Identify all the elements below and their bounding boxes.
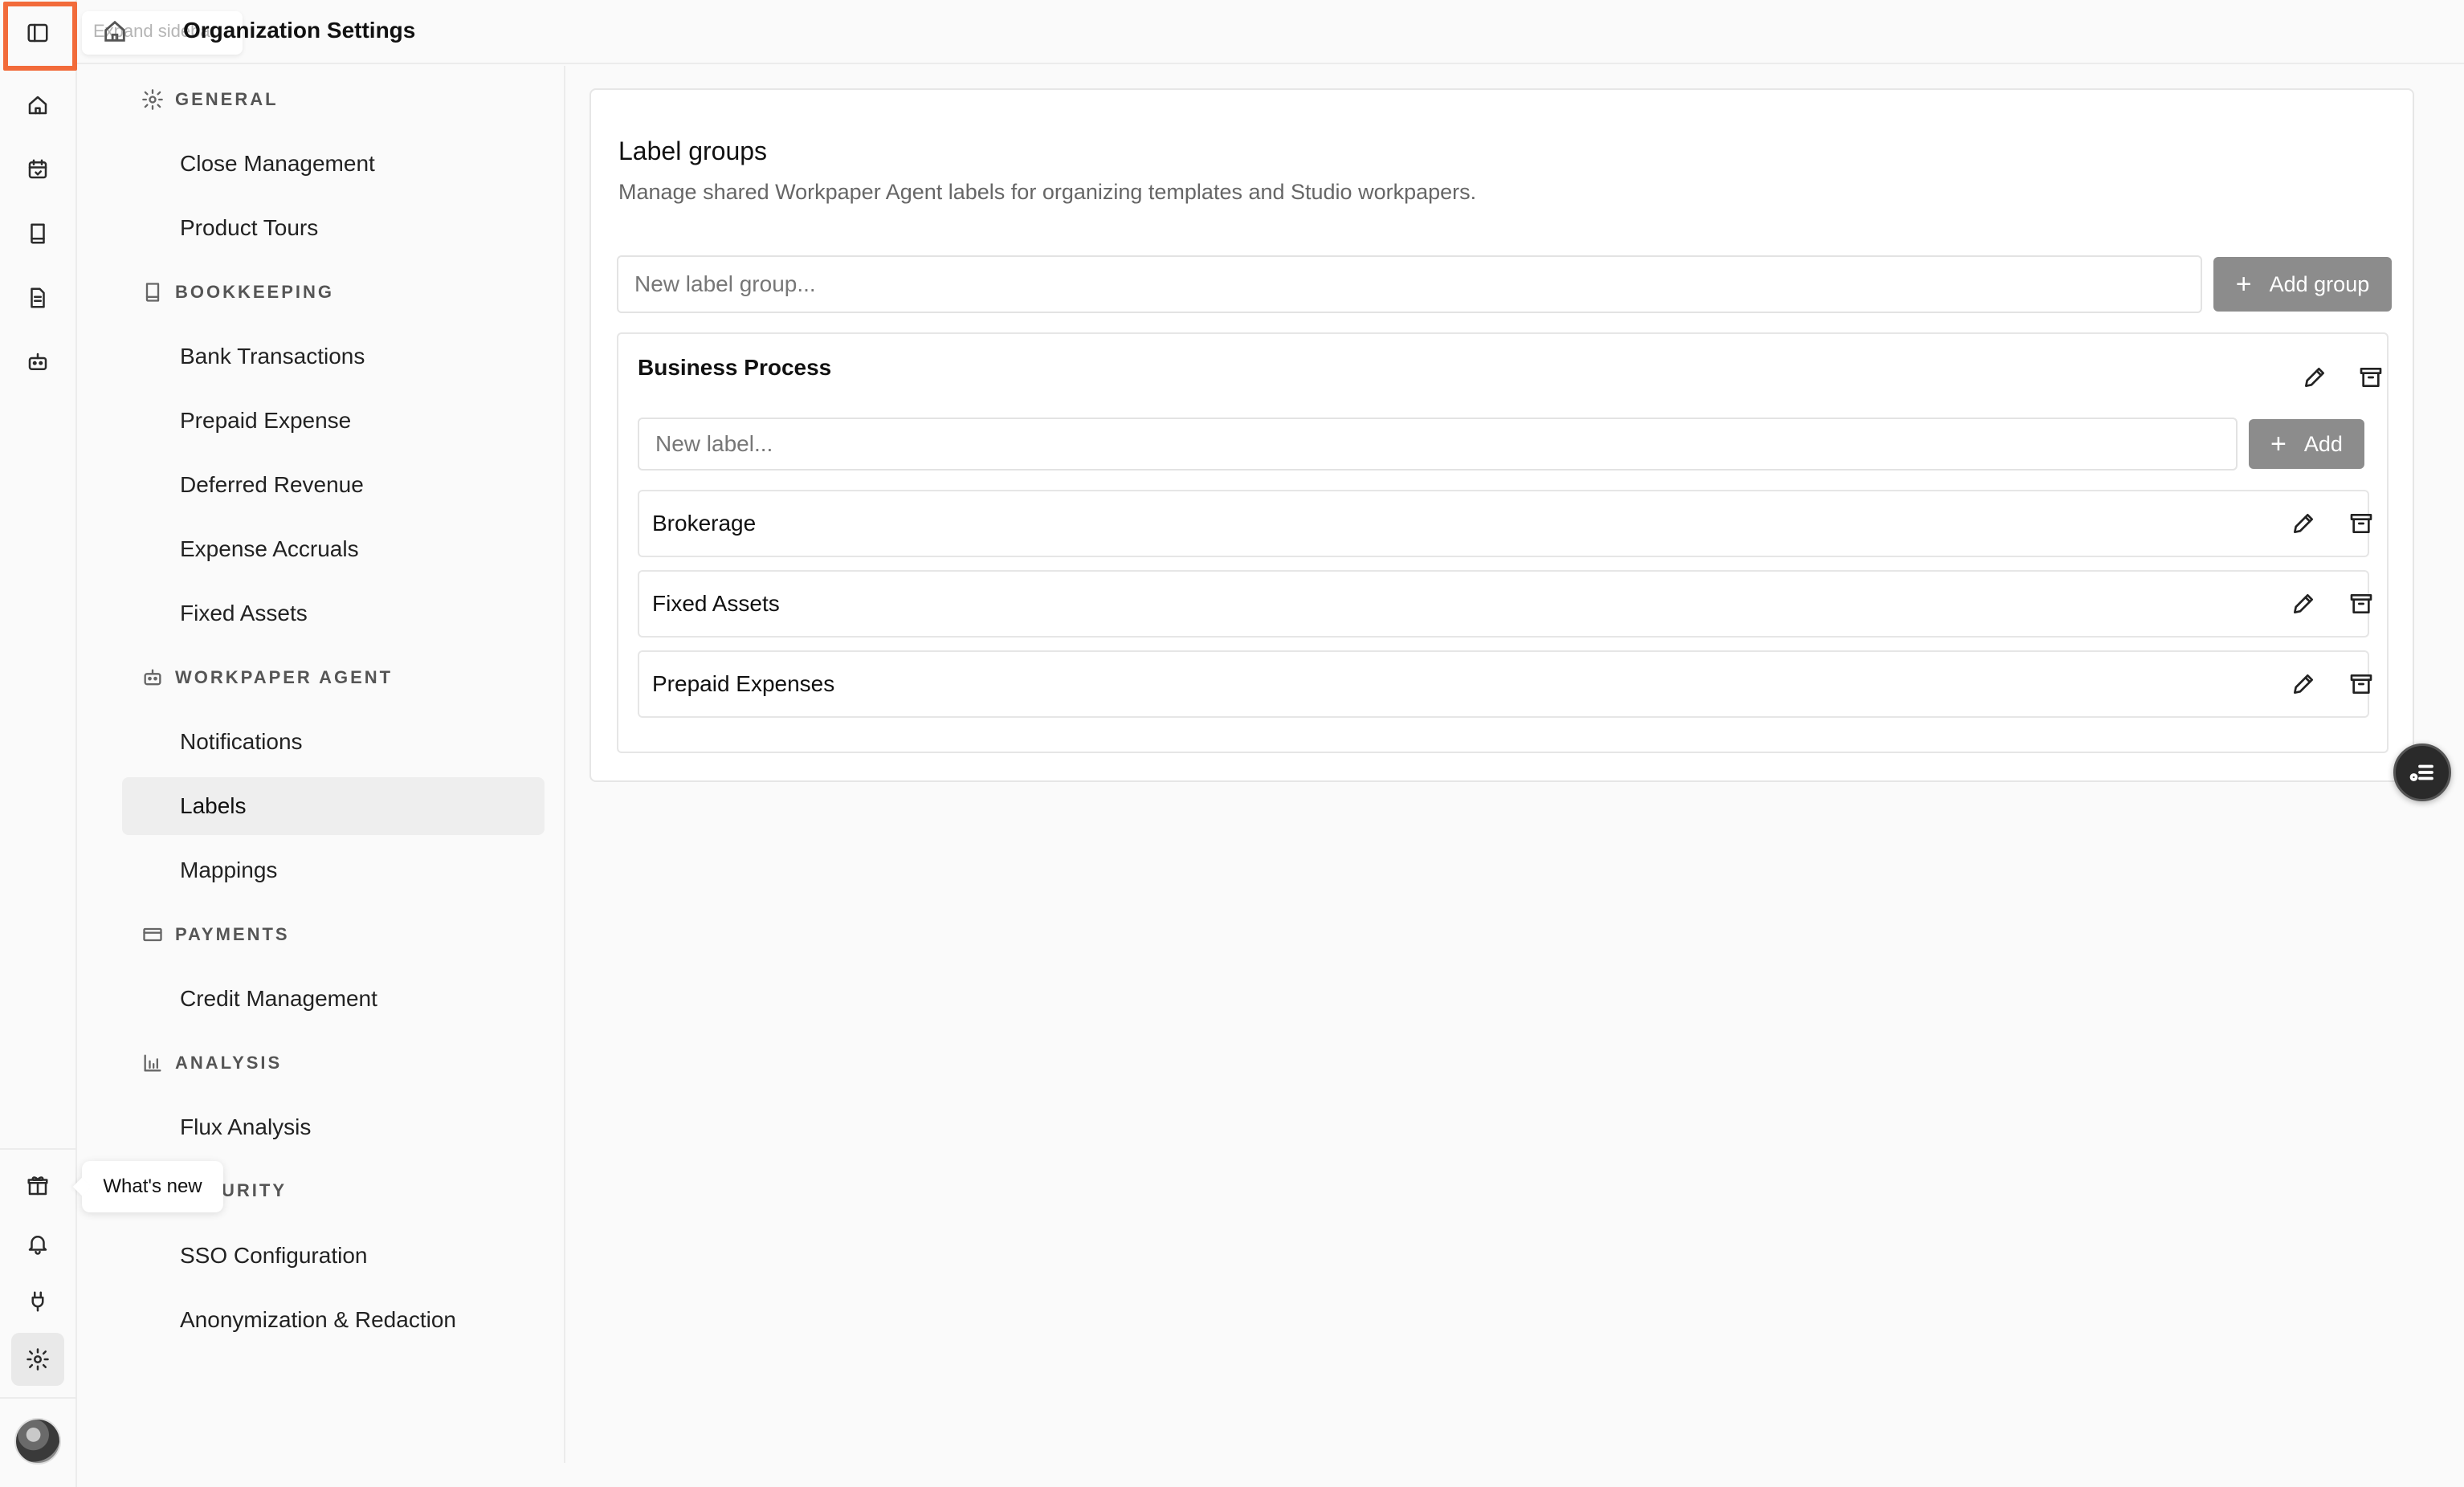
card-subtitle: Manage shared Workpaper Agent labels for… [618,180,1477,204]
bot-icon [144,669,161,686]
gift-icon [27,1176,48,1196]
nav-section-label: URITY [222,1180,287,1200]
bell-icon [28,1236,47,1255]
edit-group-button[interactable] [2297,360,2332,395]
nav-item-fixed-assets[interactable]: Fixed Assets [122,585,545,642]
label-groups-card: Label groups Manage shared Workpaper Age… [589,88,2414,782]
nav-item-prepaid-expense[interactable]: Prepaid Expense [122,392,545,450]
nav-item-expense-accruals[interactable]: Expense Accruals [122,520,545,578]
avatar[interactable] [14,1418,61,1465]
nav-item-flux-analysis[interactable]: Flux Analysis [122,1098,545,1156]
settings-sidebar: GENERAL Close Management Product Tours B… [103,66,565,1463]
nav-section-payments: PAYMENTS [141,923,290,946]
edit-label-button[interactable] [2286,506,2321,541]
book-icon [31,223,45,244]
add-label-button[interactable]: + Add [2249,419,2364,469]
card-icon [143,927,162,942]
plus-icon: + [2235,269,2252,299]
sidebar-toggle-highlight [3,2,77,71]
rail-book-button[interactable] [11,207,64,260]
bot-icon [28,352,47,370]
new-label-group-input[interactable]: New label group... [617,255,2202,313]
archive-icon [2350,674,2372,694]
nav-section-label: BOOKKEEPING [175,282,335,302]
floating-list-button[interactable] [2393,744,2451,801]
nav-item-anonymization-redaction[interactable]: Anonymization & Redaction [122,1291,545,1349]
label-name: Brokerage [652,511,757,536]
archive-label-button[interactable] [2344,666,2379,702]
add-group-button[interactable]: + Add group [2213,257,2392,312]
new-label-input[interactable]: New label... [638,418,2238,471]
nav-item-mappings[interactable]: Mappings [122,841,545,899]
rail-bot-button[interactable] [11,336,64,389]
rail-integrations-button[interactable] [11,1275,64,1328]
page-title: Organization Settings [183,18,416,43]
home-icon [28,96,47,115]
plug-icon [31,1291,44,1312]
book-icon [145,283,160,302]
rail-divider [0,1397,77,1399]
top-header: Expand sidebar Organization Settings [77,0,2464,64]
label-row: Fixed Assets [638,570,2372,638]
archive-icon [2350,594,2372,613]
nav-section-label: GENERAL [175,89,279,109]
list-settings-icon [2409,764,2433,781]
nav-item-sso-configuration[interactable]: SSO Configuration [122,1227,545,1285]
rail-divider [0,1148,77,1150]
bar-chart-icon [144,1054,161,1072]
pencil-icon [2305,368,2324,387]
icon-rail [0,0,77,1487]
archive-group-button[interactable] [2353,360,2389,395]
archive-icon [2360,368,2382,387]
home-icon [104,20,125,42]
nav-item-close-management[interactable]: Close Management [122,135,545,193]
pencil-icon [2294,674,2313,694]
card-title: Label groups [618,136,768,165]
label-row: Brokerage [638,490,2372,557]
nav-section-bookkeeping: BOOKKEEPING [141,281,334,304]
gear-icon [27,1348,49,1371]
archive-label-button[interactable] [2344,506,2379,541]
rail-home-button[interactable] [11,79,64,132]
label-group-business-process: Business Process New label... + Add Brok… [617,332,2389,753]
nav-item-deferred-revenue[interactable]: Deferred Revenue [122,456,545,514]
nav-section-analysis: ANALYSIS [141,1052,282,1074]
nav-item-notifications[interactable]: Notifications [122,713,545,771]
label-name: Prepaid Expenses [652,671,835,696]
breadcrumb-home[interactable] [101,18,129,45]
edit-label-button[interactable] [2286,666,2321,702]
archive-label-button[interactable] [2344,586,2379,621]
rail-calendar-button[interactable] [11,143,64,196]
gear-icon [142,89,163,110]
calendar-check-icon [28,159,47,179]
nav-section-workpaper-agent: WORKPAPER AGENT [141,666,393,689]
add-group-label: Add group [2269,271,2370,296]
document-icon [31,287,45,308]
add-label-text: Add [2303,431,2343,456]
pencil-icon [2294,594,2313,613]
pencil-icon [2294,514,2313,533]
archive-icon [2350,514,2372,533]
nav-item-bank-transactions[interactable]: Bank Transactions [122,328,545,385]
nav-section-label: PAYMENTS [175,924,290,944]
label-name: Fixed Assets [652,591,780,616]
rail-whats-new-button[interactable] [11,1159,64,1212]
rail-notifications-button[interactable] [11,1217,64,1270]
label-group-name: Business Process [638,355,832,380]
rail-document-button[interactable] [11,271,64,324]
edit-label-button[interactable] [2286,586,2321,621]
plus-icon: + [2270,429,2287,459]
nav-section-general: GENERAL [141,88,279,111]
nav-item-credit-management[interactable]: Credit Management [122,970,545,1028]
whats-new-tooltip: What's new [82,1161,223,1212]
nav-section-security: URITY [222,1180,287,1201]
nav-item-product-tours[interactable]: Product Tours [122,199,545,257]
nav-section-label: ANALYSIS [175,1053,283,1073]
rail-settings-button[interactable] [11,1333,64,1386]
nav-section-label: WORKPAPER AGENT [175,667,394,687]
nav-item-labels[interactable]: Labels [122,777,545,835]
label-row: Prepaid Expenses [638,650,2372,718]
